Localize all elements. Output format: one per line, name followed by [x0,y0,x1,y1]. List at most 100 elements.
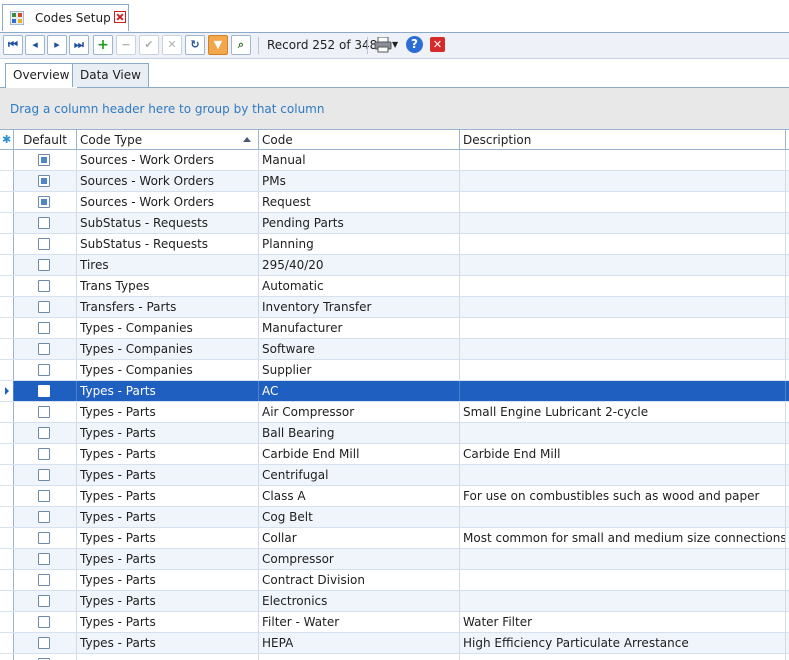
cell-code-type[interactable]: Types - Parts [77,507,259,527]
table-row[interactable]: Types - Parts Filter - Water Water Filter [0,612,789,633]
default-checkbox[interactable] [38,574,50,586]
cell-description[interactable] [460,381,786,401]
cell-code-type[interactable]: Types - Parts [77,528,259,548]
cell-code[interactable]: Air Compressor [259,402,460,422]
cell-description[interactable]: Water Filter [460,612,786,632]
cell-code-type[interactable]: Sources - Work Orders [77,171,259,191]
cell-code[interactable]: Compressor [259,549,460,569]
table-row[interactable]: Trans Types Automatic [0,276,789,297]
default-checkbox[interactable] [38,469,50,481]
row-indicator[interactable] [0,234,14,254]
cell-description[interactable] [460,297,786,317]
table-row[interactable]: Types - Parts AC [0,381,789,402]
cell-description[interactable] [460,591,786,611]
row-indicator[interactable] [0,591,14,611]
find-button[interactable]: ⌕ [231,35,251,55]
default-checkbox[interactable] [38,364,50,376]
print-dropdown-caret-icon[interactable]: ▼ [392,40,398,49]
table-row[interactable]: Types - Parts Contract Division [0,570,789,591]
table-row[interactable]: Types - Parts Collar Most common for small… [0,528,789,549]
cell-code[interactable]: AC [259,381,460,401]
cell-code-type[interactable]: SubStatus - Requests [77,234,259,254]
table-row[interactable]: Types - Parts Cog Belt [0,507,789,528]
row-indicator[interactable] [0,213,14,233]
table-row[interactable]: Types - Parts Air Compressor Small Engine … [0,402,789,423]
default-checkbox[interactable] [38,280,50,292]
cell-code-type[interactable]: Types - Parts [77,612,259,632]
cell-code[interactable] [259,654,460,660]
tab-overview[interactable]: Overview [5,63,78,88]
cell-description[interactable] [460,507,786,527]
table-row[interactable]: Sources - Work Orders PMs [0,171,789,192]
cell-description[interactable] [460,234,786,254]
last-record-button[interactable]: ⏭ [69,35,89,55]
row-indicator[interactable] [0,339,14,359]
default-checkbox[interactable] [38,154,50,166]
table-row[interactable]: Types - Parts Class A For use on combustib… [0,486,789,507]
table-row[interactable]: Types - Parts Ball Bearing [0,423,789,444]
row-indicator[interactable] [0,150,14,170]
cell-code[interactable]: Inventory Transfer [259,297,460,317]
cell-code[interactable]: Filter - Water [259,612,460,632]
cell-code-type[interactable]: Types - Parts [77,633,259,653]
group-by-panel[interactable]: Drag a column header here to group by th… [0,88,789,129]
filter-button[interactable]: ▼ [208,35,228,55]
cell-description[interactable] [460,213,786,233]
row-indicator[interactable] [0,654,14,660]
row-indicator[interactable] [0,318,14,338]
cell-code-type[interactable]: Transfers - Parts [77,297,259,317]
cell-code[interactable]: Manual [259,150,460,170]
default-checkbox[interactable] [38,448,50,460]
column-header-default[interactable]: Default [14,130,77,150]
row-indicator[interactable] [0,444,14,464]
cell-description[interactable] [460,171,786,191]
cell-description[interactable] [460,570,786,590]
cell-description[interactable] [460,465,786,485]
column-header-code[interactable]: Code [259,130,460,150]
default-checkbox[interactable] [38,427,50,439]
row-indicator[interactable] [0,381,14,401]
row-indicator[interactable] [0,507,14,527]
row-indicator[interactable] [0,528,14,548]
new-row-indicator-icon[interactable]: ✱ [0,130,14,150]
row-indicator[interactable] [0,276,14,296]
cell-code[interactable]: Carbide End Mill [259,444,460,464]
default-checkbox[interactable] [38,259,50,271]
row-indicator[interactable] [0,570,14,590]
next-record-button[interactable]: ▸ [47,35,67,55]
refresh-button[interactable]: ↻ [185,35,205,55]
default-checkbox[interactable] [38,616,50,628]
cell-description[interactable] [460,423,786,443]
row-indicator[interactable] [0,402,14,422]
table-row[interactable]: Sources - Work Orders Manual [0,150,789,171]
cell-code[interactable]: Ball Bearing [259,423,460,443]
cell-description[interactable] [460,339,786,359]
row-indicator[interactable] [0,486,14,506]
default-checkbox[interactable] [38,511,50,523]
default-checkbox[interactable] [38,595,50,607]
table-row[interactable]: Transfers - Parts Inventory Transfer [0,297,789,318]
cell-description[interactable]: High Efficiency Particulate Arrestance [460,633,786,653]
cell-code[interactable]: Collar [259,528,460,548]
cell-code-type[interactable]: Types - Parts [77,486,259,506]
cell-code-type[interactable]: SubStatus - Requests [77,213,259,233]
cell-description[interactable] [460,549,786,569]
cell-code-type[interactable]: Types - Parts [77,549,259,569]
default-checkbox[interactable] [38,217,50,229]
default-checkbox[interactable] [38,322,50,334]
column-header-code-type[interactable]: Code Type [77,130,259,150]
cell-code-type[interactable]: Types - Companies [77,318,259,338]
table-row[interactable]: SubStatus - Requests Pending Parts [0,213,789,234]
cancel-changes-button[interactable]: ✕ [162,35,182,55]
add-record-button[interactable]: + [93,35,113,55]
cell-description[interactable] [460,192,786,212]
cell-code[interactable]: Contract Division [259,570,460,590]
previous-record-button[interactable]: ◂ [25,35,45,55]
cell-code-type[interactable]: Sources - Work Orders [77,192,259,212]
cell-description[interactable] [460,255,786,275]
row-indicator[interactable] [0,549,14,569]
cell-code-type[interactable]: Types - Parts [77,402,259,422]
close-window-icon[interactable]: ✕ [430,37,445,52]
cell-code-type[interactable]: Types - Parts [77,591,259,611]
default-checkbox[interactable] [38,553,50,565]
